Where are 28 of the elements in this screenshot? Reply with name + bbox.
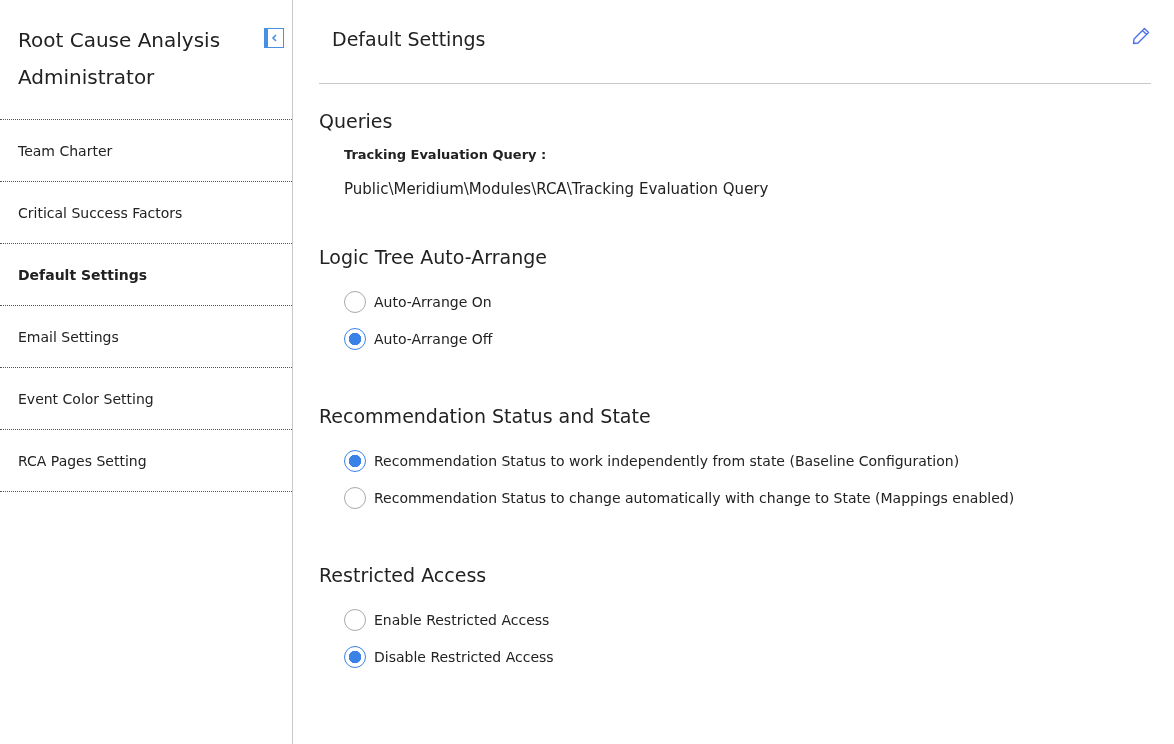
section-heading: Queries [319, 110, 394, 132]
sidebar-item[interactable]: RCA Pages Setting [18, 452, 147, 469]
radio-button[interactable] [344, 290, 366, 313]
radio-button[interactable] [344, 327, 366, 350]
section-heading: Logic Tree Auto-Arrange [319, 246, 548, 268]
radio-button[interactable] [344, 645, 366, 668]
sidebar-item[interactable]: Default Settings [18, 266, 148, 283]
pencil-icon[interactable] [1131, 25, 1151, 46]
sidebar-item[interactable]: Email Settings [18, 328, 119, 345]
radio-label: Recommendation Status to change automatically with change to State (Mappings enabled) [374, 489, 1015, 506]
sidebar-item[interactable]: Team Charter [18, 142, 113, 159]
radio-label: Disable Restricted Access [374, 648, 554, 665]
section-heading: Recommendation Status and State [319, 405, 652, 427]
field-value: Public\Meridium\Modules\RCA\Tracking Evaluation Query [344, 180, 770, 198]
radio-label: Auto-Arrange On [374, 293, 492, 310]
field-label: Tracking Evaluation Query : [344, 147, 548, 162]
radio-label: Enable Restricted Access [374, 611, 550, 628]
page-title: Default Settings [332, 27, 486, 50]
sidebar-item[interactable]: Event Color Setting [18, 390, 154, 407]
radio-button[interactable] [344, 449, 366, 472]
radio-button[interactable] [344, 486, 366, 509]
radio-label: Auto-Arrange Off [374, 330, 493, 347]
collapse-icon[interactable] [264, 28, 284, 48]
sidebar-item[interactable]: Critical Success Factors [18, 204, 183, 221]
radio-label: Recommendation Status to work independently from state (Baseline Configuration) [374, 452, 960, 469]
section-heading: Restricted Access [319, 564, 488, 586]
sidebar-title: Root Cause Analysis Administrator [18, 27, 222, 91]
radio-button[interactable] [344, 608, 366, 631]
